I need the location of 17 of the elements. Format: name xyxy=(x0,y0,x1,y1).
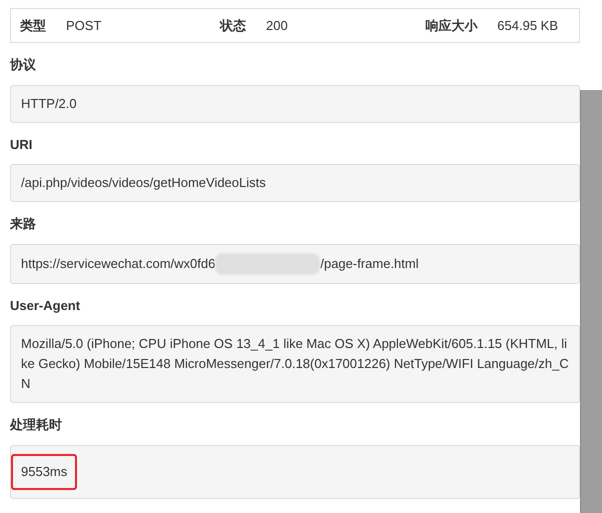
summary-value: 654.95 KB xyxy=(497,16,558,35)
field-label: 处理耗时 xyxy=(10,416,63,434)
value-text: /api.php/videos/videos/getHomeVideoLists xyxy=(21,174,266,192)
summary-value: POST xyxy=(66,16,102,35)
field-label: URI xyxy=(10,136,34,154)
field-label: User-Agent xyxy=(10,296,82,315)
value-text: Mozilla/5.0 (iPhone; CPU iPhone OS 13_4_1 like Mac OS X) AppleWebKit/605.1.15 (KHTML, like Gecko) Mobile/15E148 MicroMessenger/7.0.18(0x17001226) NetType/WIFI Language/zh_CN xyxy=(21,335,569,393)
value-text: HTTP/2.0 xyxy=(21,94,77,112)
field-label: 协议 xyxy=(10,56,37,74)
summary-value: 200 xyxy=(266,16,288,35)
summary-label: 类型 xyxy=(20,16,46,35)
url-start: https://servicewechat.com/wx0fd6 xyxy=(21,254,216,273)
summary-label: 状态 xyxy=(220,16,246,35)
summary-label: 响应大小 xyxy=(425,16,478,35)
field-label: 来路 xyxy=(10,215,37,233)
url-end: /page-frame.html xyxy=(320,254,419,273)
highlighted-value: 9553ms xyxy=(11,454,78,490)
